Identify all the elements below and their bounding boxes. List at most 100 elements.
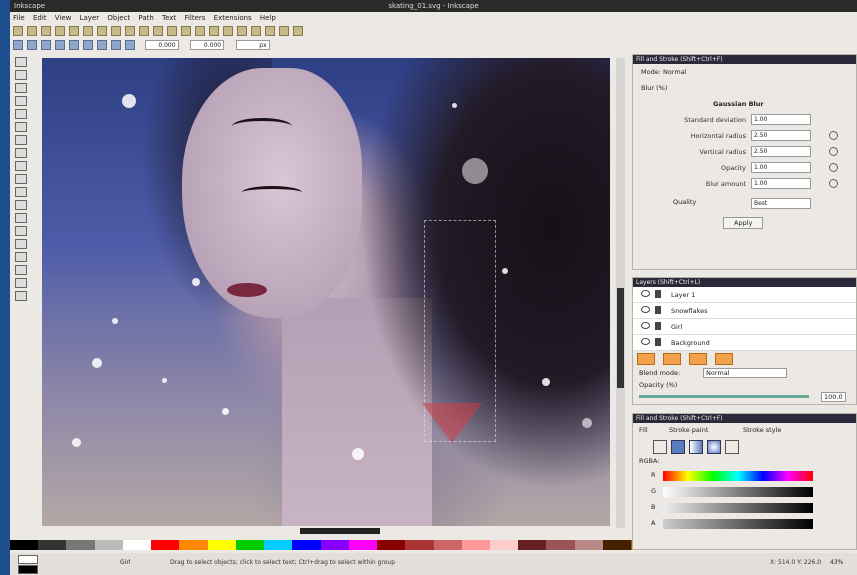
select-all-icon[interactable] (13, 40, 23, 50)
lower-bottom-icon[interactable] (125, 40, 135, 50)
add-layer-icon[interactable] (637, 353, 655, 365)
copy-icon[interactable] (125, 26, 135, 36)
raise-icon[interactable] (97, 40, 107, 50)
eraser-tool-icon[interactable] (15, 239, 27, 249)
gradient-tool-icon[interactable] (15, 265, 27, 275)
flat-color-icon[interactable] (671, 440, 685, 454)
clone-icon[interactable] (195, 26, 205, 36)
export-icon[interactable] (83, 26, 93, 36)
pattern-icon[interactable] (725, 440, 739, 454)
raise-top-icon[interactable] (83, 40, 93, 50)
ellipse-tool-icon[interactable] (15, 135, 27, 145)
stroke-indicator[interactable] (18, 565, 38, 574)
drawing-canvas[interactable] (42, 58, 610, 526)
selector-tool-icon[interactable] (15, 57, 27, 67)
units-select[interactable]: px (235, 40, 270, 50)
param-value[interactable]: 2.50 (751, 146, 811, 157)
3dbox-tool-icon[interactable] (15, 122, 27, 132)
pencil-tool-icon[interactable] (15, 174, 27, 184)
xml-editor-icon[interactable] (265, 26, 275, 36)
layer-row[interactable]: Background (633, 335, 856, 351)
link-icon[interactable] (829, 131, 838, 140)
spiral-tool-icon[interactable] (15, 161, 27, 171)
param-value[interactable]: 2.50 (751, 130, 811, 141)
tweak-tool-icon[interactable] (15, 83, 27, 93)
undo-icon[interactable] (97, 26, 107, 36)
pen-tool-icon[interactable] (15, 187, 27, 197)
layer-name[interactable]: Girl (671, 323, 682, 331)
fill-stroke-icon[interactable] (237, 26, 247, 36)
calligraphy-tool-icon[interactable] (15, 200, 27, 210)
selected-path[interactable] (422, 403, 482, 443)
horizontal-scroll-thumb[interactable] (300, 528, 380, 534)
lower-layer-icon[interactable] (689, 353, 707, 365)
lock-icon[interactable] (655, 322, 661, 330)
y-field[interactable]: 0.000 (190, 40, 225, 50)
layer-indicator[interactable]: Girl (120, 559, 130, 566)
menu-object[interactable]: Object (107, 12, 130, 24)
zoom-icon[interactable] (153, 26, 163, 36)
no-paint-icon[interactable] (653, 440, 667, 454)
scroll-thumb[interactable] (617, 288, 624, 388)
param-value[interactable]: 1.00 (751, 114, 811, 125)
menu-text[interactable]: Text (162, 12, 176, 24)
opacity-slider[interactable] (639, 395, 809, 398)
rotate-cw-icon[interactable] (41, 40, 51, 50)
dropper-tool-icon[interactable] (15, 278, 27, 288)
rotate-ccw-icon[interactable] (27, 40, 37, 50)
open-icon[interactable] (27, 26, 37, 36)
fill-indicator[interactable] (18, 555, 38, 564)
menu-file[interactable]: File (13, 12, 25, 24)
spray-tool-icon[interactable] (15, 226, 27, 236)
new-icon[interactable] (13, 26, 23, 36)
lock-icon[interactable] (655, 290, 661, 298)
layer-row[interactable]: Layer 1 (633, 287, 856, 303)
x-field[interactable]: 0.000 (144, 40, 179, 50)
menu-edit[interactable]: Edit (33, 12, 47, 24)
menu-extensions[interactable]: Extensions (214, 12, 252, 24)
ungroup-icon[interactable] (223, 26, 233, 36)
group-icon[interactable] (209, 26, 219, 36)
linear-gradient-icon[interactable] (689, 440, 703, 454)
preferences-icon[interactable] (293, 26, 303, 36)
flip-v-icon[interactable] (69, 40, 79, 50)
zoom-fit-icon[interactable] (167, 26, 177, 36)
duplicate-icon[interactable] (181, 26, 191, 36)
menu-layer[interactable]: Layer (80, 12, 100, 24)
lower-icon[interactable] (111, 40, 121, 50)
import-icon[interactable] (69, 26, 79, 36)
vertical-scrollbar[interactable] (616, 58, 625, 528)
menu-filters[interactable]: Filters (184, 12, 205, 24)
blend-mode-select[interactable]: Normal (703, 368, 787, 378)
layer-name[interactable]: Background (671, 339, 710, 347)
apply-button[interactable]: Apply (723, 217, 764, 229)
lightness-slider[interactable] (663, 503, 813, 513)
lock-icon[interactable] (655, 306, 661, 314)
link-icon[interactable] (829, 163, 838, 172)
bucket-tool-icon[interactable] (15, 252, 27, 262)
eye-icon[interactable] (641, 290, 650, 297)
opacity-value[interactable]: 100.0 (821, 392, 846, 402)
rect-tool-icon[interactable] (15, 109, 27, 119)
star-tool-icon[interactable] (15, 148, 27, 158)
zoom-tool-icon[interactable] (15, 96, 27, 106)
mode-label[interactable]: Mode: Normal (641, 68, 686, 76)
menu-view[interactable]: View (55, 12, 72, 24)
node-tool-icon[interactable] (15, 70, 27, 80)
redo-icon[interactable] (111, 26, 121, 36)
raise-layer-icon[interactable] (663, 353, 681, 365)
menu-help[interactable]: Help (260, 12, 276, 24)
eye-icon[interactable] (641, 322, 650, 329)
print-icon[interactable] (55, 26, 65, 36)
flip-h-icon[interactable] (55, 40, 65, 50)
layer-name[interactable]: Layer 1 (671, 291, 695, 299)
hue-slider[interactable] (663, 471, 813, 481)
tab-fill[interactable]: Fill (639, 426, 648, 434)
tab-stroke-paint[interactable]: Stroke paint (669, 426, 708, 434)
param-value[interactable]: 1.00 (751, 178, 811, 189)
layer-row[interactable]: Snowflakes (633, 303, 856, 319)
delete-layer-icon[interactable] (715, 353, 733, 365)
link-icon[interactable] (829, 179, 838, 188)
eye-icon[interactable] (641, 306, 650, 313)
menu-path[interactable]: Path (138, 12, 153, 24)
